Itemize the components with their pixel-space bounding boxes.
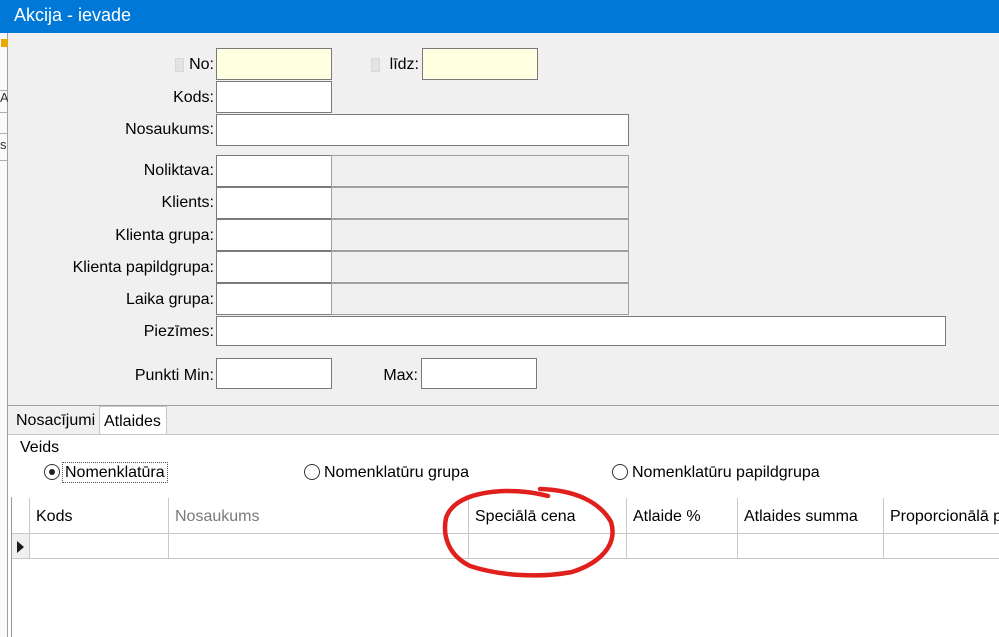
row-indicator[interactable] — [12, 534, 30, 559]
column-header-speciala-cena[interactable]: Speciālā cena — [469, 498, 627, 534]
radio-nomenklaturu-grupa-label[interactable]: Nomenklatūru grupa — [324, 464, 469, 482]
punkti-min-input[interactable] — [216, 358, 332, 389]
laika-grupa-code-input[interactable] — [216, 283, 332, 315]
cell-atlaides-summa[interactable] — [738, 534, 884, 559]
lidz-input[interactable] — [422, 48, 538, 80]
cell-atlaide-procenti[interactable] — [627, 534, 738, 559]
radio-nomenklaturu-papildgrupa[interactable] — [612, 464, 628, 480]
klienta-grupa-name-display — [331, 219, 629, 251]
cell-nosaukums[interactable] — [169, 534, 469, 559]
radio-selected-dot — [49, 469, 55, 475]
column-header-proporcionala[interactable]: Proporcionālā p — [884, 498, 999, 534]
tab-nosacijumi[interactable]: Nosacījumi — [12, 409, 99, 434]
background-divider — [0, 160, 7, 161]
klienta-grupa-code-input[interactable] — [216, 219, 332, 251]
klienta-papildgrupa-label: Klienta papildgrupa: — [72, 259, 214, 276]
noliktava-name-display — [331, 155, 629, 187]
cell-kods[interactable] — [30, 534, 169, 559]
max-label: Max: — [383, 367, 418, 384]
piezimes-input[interactable] — [216, 316, 946, 346]
klients-code-input[interactable] — [216, 187, 332, 219]
laika-grupa-label: Laika grupa: — [125, 291, 214, 308]
background-divider — [0, 112, 7, 113]
nosaukums-label: Nosaukums: — [125, 121, 214, 138]
veids-label: Veids — [20, 439, 60, 456]
klienta-papildgrupa-code-input[interactable] — [216, 251, 332, 283]
noliktava-code-input[interactable] — [216, 155, 332, 187]
kods-input[interactable] — [216, 81, 332, 113]
current-row-arrow-icon — [17, 541, 24, 553]
nosaukums-input[interactable] — [216, 114, 629, 146]
max-input[interactable] — [421, 358, 537, 389]
background-text-1: A — [0, 90, 8, 105]
radio-nomenklaturu-papildgrupa-label[interactable]: Nomenklatūru papildgrupa — [632, 464, 820, 482]
laika-grupa-name-display — [331, 283, 629, 315]
background-divider — [0, 133, 7, 134]
cell-proporcionala[interactable] — [884, 534, 999, 559]
column-header-nosaukums[interactable]: Nosaukums — [169, 498, 469, 534]
lidz-label: līdz: — [389, 56, 419, 73]
no-label: No: — [189, 56, 214, 73]
klients-label: Klients: — [161, 194, 214, 211]
cell-speciala-cena[interactable] — [469, 534, 627, 559]
piezimes-label: Piezīmes: — [143, 323, 214, 340]
kods-label: Kods: — [173, 89, 214, 106]
background-toolbar-icon — [0, 36, 8, 53]
column-header-atlaide-procenti[interactable]: Atlaide % — [627, 498, 738, 534]
noliktava-label: Noliktava: — [143, 162, 214, 179]
klienta-papildgrupa-name-display — [331, 251, 629, 283]
klients-name-display — [331, 187, 629, 219]
window-title: Akcija - ievade — [14, 5, 132, 25]
column-header-kods[interactable]: Kods — [30, 498, 169, 534]
klienta-grupa-label: Klienta grupa: — [115, 227, 214, 244]
no-input[interactable] — [216, 48, 332, 80]
background-window-edge — [0, 33, 8, 637]
radio-nomenklatura-label[interactable]: Nomenklatūra — [65, 464, 165, 482]
tab-atlaides[interactable]: Atlaides — [99, 406, 167, 435]
column-header-atlaides-summa[interactable]: Atlaides summa — [738, 498, 884, 534]
punkti-min-label: Punkti Min: — [134, 367, 214, 384]
title-bar[interactable] — [0, 0, 999, 33]
background-text-2: s — [0, 137, 7, 152]
radio-nomenklaturu-grupa[interactable] — [304, 464, 320, 480]
grid-corner-header — [12, 498, 30, 534]
radio-nomenklatura[interactable] — [44, 464, 60, 480]
